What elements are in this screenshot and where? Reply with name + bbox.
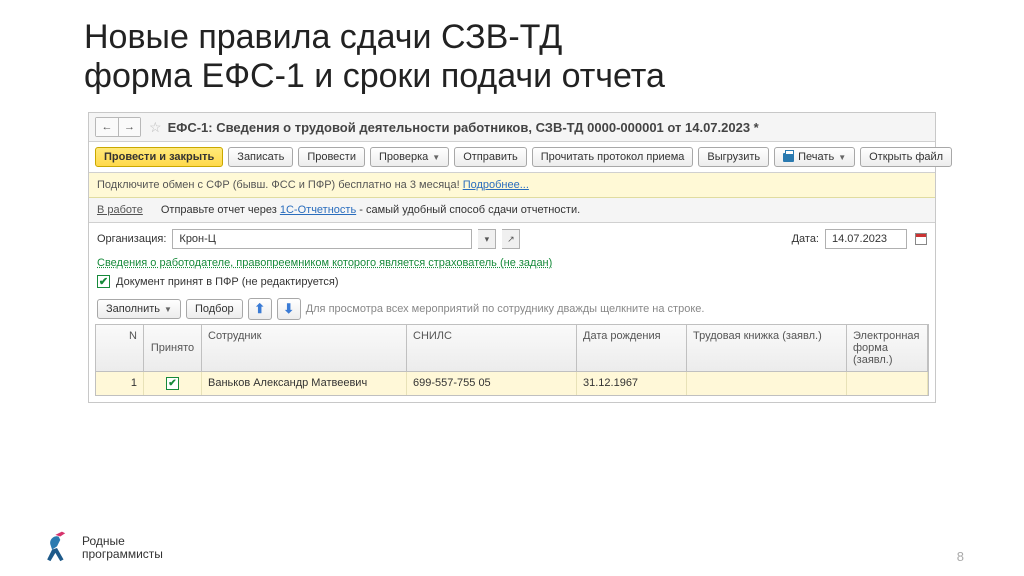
chevron-down-icon: ▼ <box>432 153 440 162</box>
accepted-row: ✔ Документ принят в ПФР (не редактируетс… <box>89 273 935 294</box>
col-ef[interactable]: Электронная форма (заявл.) <box>847 325 928 371</box>
org-date-row: Организация: Крон-Ц ▾ ↗ Дата: 14.07.2023 <box>89 223 935 255</box>
write-button[interactable]: Записать <box>228 147 293 167</box>
chevron-down-icon: ▼ <box>838 153 846 162</box>
org-dropdown-button[interactable]: ▾ <box>478 229 496 249</box>
printer-icon <box>783 153 794 162</box>
post-and-close-button[interactable]: Провести и закрыть <box>95 147 223 167</box>
date-label: Дата: <box>792 233 819 245</box>
title-line2: форма ЕФС-1 и сроки подачи отчета <box>84 57 1024 96</box>
read-protocol-button[interactable]: Прочитать протокол приема <box>532 147 694 167</box>
cell-dob: 31.12.1967 <box>577 372 687 395</box>
table-row[interactable]: 1 ✔ Ваньков Александр Матвеевич 699-557-… <box>96 372 928 395</box>
logo-icon <box>40 530 74 566</box>
post-button[interactable]: Провести <box>298 147 365 167</box>
cell-accepted: ✔ <box>144 372 202 395</box>
grid-hint: Для просмотра всех мероприятий по сотруд… <box>306 303 705 315</box>
favorite-star-icon[interactable]: ☆ <box>149 119 162 136</box>
slide-title: Новые правила сдачи СЗВ-ТД форма ЕФС-1 и… <box>0 0 1024 106</box>
cell-employee: Ваньков Александр Матвеевич <box>202 372 407 395</box>
org-label: Организация: <box>97 233 166 245</box>
titlebar: ← → ☆ ЕФС-1: Сведения о трудовой деятель… <box>89 113 935 142</box>
cell-tk <box>687 372 847 395</box>
info-link[interactable]: Подробнее... <box>463 179 529 191</box>
app-window: ← → ☆ ЕФС-1: Сведения о трудовой деятель… <box>88 112 936 403</box>
cell-n: 1 <box>96 372 144 395</box>
col-snils[interactable]: СНИЛС <box>407 325 577 371</box>
status-hint: Отправьте отчет через 1С-Отчетность - са… <box>161 204 580 216</box>
nav-group: ← → <box>95 117 141 137</box>
accepted-checkbox[interactable]: ✔ <box>97 275 110 288</box>
col-employee[interactable]: Сотрудник <box>202 325 407 371</box>
successor-row: Сведения о работодателе, правопреемником… <box>89 255 935 273</box>
move-down-button[interactable]: ⬇ <box>277 298 301 320</box>
col-n[interactable]: N <box>96 325 144 371</box>
print-button[interactable]: Печать▼ <box>774 147 855 167</box>
forward-button[interactable]: → <box>118 118 140 136</box>
pick-button[interactable]: Подбор <box>186 299 243 319</box>
footer-brand: Родные программисты <box>82 535 163 561</box>
accepted-label: Документ принят в ПФР (не редактируется) <box>116 276 338 288</box>
status-row: В работе Отправьте отчет через 1С-Отчетн… <box>89 198 935 223</box>
open-file-button[interactable]: Открыть файл <box>860 147 952 167</box>
document-title: ЕФС-1: Сведения о трудовой деятельности … <box>168 120 759 135</box>
export-button[interactable]: Выгрузить <box>698 147 769 167</box>
send-button[interactable]: Отправить <box>454 147 527 167</box>
footer: Родные программисты <box>40 530 163 566</box>
arrow-down-icon: ⬇ <box>283 301 294 317</box>
org-open-button[interactable]: ↗ <box>502 229 520 249</box>
move-up-button[interactable]: ⬆ <box>248 298 272 320</box>
toolbar: Провести и закрыть Записать Провести Про… <box>89 142 935 173</box>
org-input[interactable]: Крон-Ц <box>172 229 472 249</box>
fill-button[interactable]: Заполнить▼ <box>97 299 181 319</box>
col-accepted[interactable]: Принято <box>144 325 202 371</box>
status-label[interactable]: В работе <box>97 204 143 216</box>
info-strip: Подключите обмен с СФР (бывш. ФСС и ПФР)… <box>89 173 935 198</box>
reporting-link[interactable]: 1С-Отчетность <box>280 204 356 216</box>
check-icon: ✔ <box>166 377 179 390</box>
grid-header: N Принято Сотрудник СНИЛС Дата рождения … <box>96 325 928 372</box>
col-dob[interactable]: Дата рождения <box>577 325 687 371</box>
title-line1: Новые правила сдачи СЗВ-ТД <box>84 18 1024 57</box>
arrow-up-icon: ⬆ <box>254 301 265 317</box>
chevron-down-icon: ▼ <box>164 305 172 314</box>
page-number: 8 <box>957 549 964 564</box>
cell-ef <box>847 372 928 395</box>
check-button[interactable]: Проверка▼ <box>370 147 449 167</box>
cell-snils: 699-557-755 05 <box>407 372 577 395</box>
date-input[interactable]: 14.07.2023 <box>825 229 907 249</box>
successor-link[interactable]: Сведения о работодателе, правопреемником… <box>97 257 552 269</box>
col-tk[interactable]: Трудовая книжка (заявл.) <box>687 325 847 371</box>
calendar-icon[interactable] <box>915 233 927 245</box>
employee-grid: N Принято Сотрудник СНИЛС Дата рождения … <box>95 324 929 396</box>
back-button[interactable]: ← <box>96 118 118 136</box>
action-row: Заполнить▼ Подбор ⬆ ⬇ Для просмотра всех… <box>89 294 935 324</box>
info-text: Подключите обмен с СФР (бывш. ФСС и ПФР)… <box>97 179 463 191</box>
